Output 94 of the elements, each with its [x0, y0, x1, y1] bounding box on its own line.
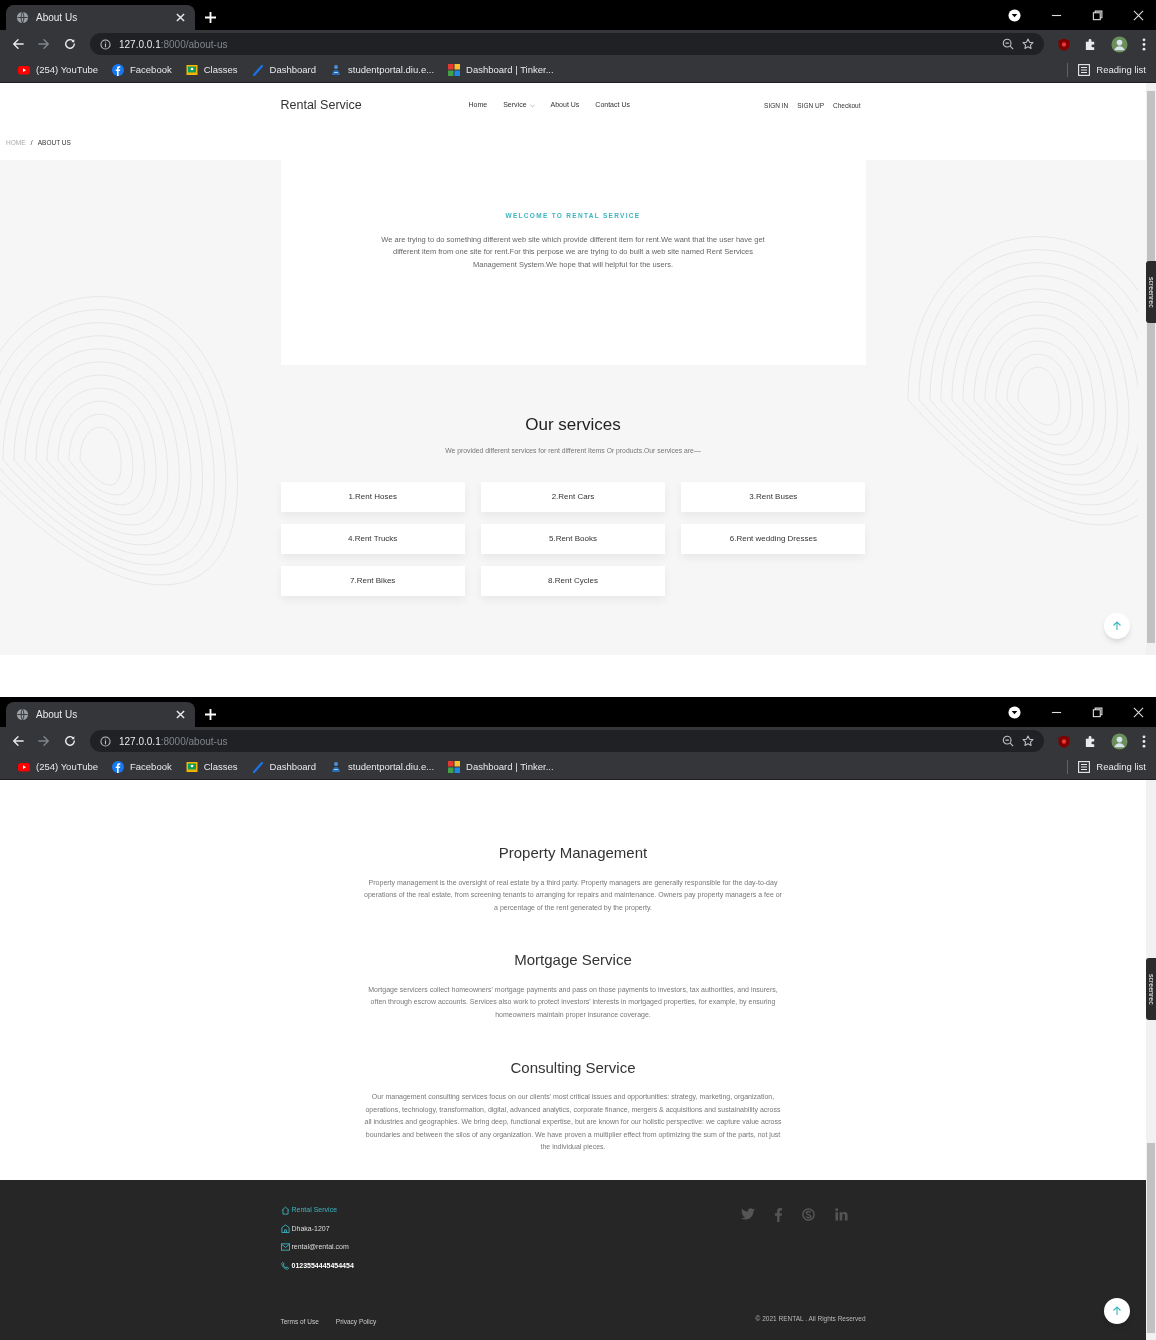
- address-bar[interactable]: 127.0.0.1:8000/about-us: [90, 730, 1044, 752]
- bookmark[interactable]: Classes: [185, 759, 238, 775]
- back-arrow-icon[interactable]: [12, 38, 24, 50]
- avatar-icon[interactable]: [1111, 35, 1128, 53]
- new-tab-icon[interactable]: [205, 12, 216, 23]
- forward-arrow-icon[interactable]: [38, 735, 50, 747]
- service-card[interactable]: 1.Rent Hoses: [280, 481, 465, 512]
- bookmark[interactable]: (254) YouTube: [18, 62, 98, 78]
- star-icon[interactable]: [1022, 38, 1034, 50]
- reload-icon[interactable]: [64, 38, 76, 50]
- forward-arrow-icon[interactable]: [38, 38, 50, 50]
- globe-icon: [16, 11, 29, 24]
- arrow-up-icon: [1112, 1306, 1122, 1316]
- restore-icon[interactable]: [1092, 706, 1103, 718]
- scrollbar[interactable]: [1146, 780, 1156, 1340]
- scroll-to-top-button[interactable]: [1104, 1298, 1130, 1324]
- facebook-icon: [112, 64, 124, 76]
- service-card[interactable]: 5.Rent Books: [480, 523, 666, 554]
- section-title: Mortgage Service: [514, 950, 632, 971]
- url-text: 127.0.0.1:8000/about-us: [119, 37, 229, 52]
- scrollbar-thumb[interactable]: [1147, 91, 1155, 643]
- restore-icon[interactable]: [1092, 9, 1103, 21]
- bookmark[interactable]: Dashboard: [251, 759, 316, 775]
- grid-icon: [448, 761, 461, 773]
- section-title: Property Management: [498, 843, 648, 863]
- slash-icon: [251, 64, 264, 76]
- classroom-icon: [185, 761, 198, 773]
- student-icon: [330, 64, 342, 76]
- bookmark[interactable]: (254) YouTube: [18, 759, 98, 775]
- star-icon[interactable]: [1022, 735, 1034, 747]
- info-icon: [100, 735, 111, 747]
- close-window-icon[interactable]: [1133, 706, 1144, 718]
- tab-title: About Us: [36, 708, 79, 722]
- service-card[interactable]: 6.Rent wedding Dresses: [681, 523, 866, 554]
- zoom-out-icon[interactable]: [1002, 735, 1014, 747]
- globe-icon: [16, 708, 29, 721]
- url-text: 127.0.0.1:8000/about-us: [119, 734, 229, 749]
- service-card[interactable]: 3.Rent Buses: [681, 481, 866, 512]
- puzzle-icon[interactable]: [1084, 37, 1097, 51]
- building-icon: [280, 1224, 290, 1234]
- classroom-icon: [185, 64, 198, 76]
- service-card[interactable]: 7.Rent Bikes: [280, 565, 465, 596]
- play-icon: [18, 761, 30, 773]
- student-icon: [330, 761, 342, 773]
- puzzle-icon[interactable]: [1084, 734, 1097, 748]
- bookmark[interactable]: Facebook: [112, 759, 172, 775]
- service-card[interactable]: 4.Rent Trucks: [280, 523, 465, 554]
- new-tab-icon[interactable]: [205, 709, 216, 720]
- service-card[interactable]: 2.Rent Cars: [480, 481, 666, 512]
- scrollbar-thumb[interactable]: [1147, 1143, 1155, 1333]
- mail-icon: [280, 1243, 290, 1252]
- zoom-out-icon[interactable]: [1002, 38, 1014, 50]
- list-icon: [1078, 64, 1091, 76]
- facebook-icon: [112, 761, 124, 773]
- reading-list-button[interactable]: Reading list: [1067, 759, 1146, 775]
- services-title: Our services: [525, 414, 621, 436]
- browser-tab[interactable]: About Us: [6, 5, 195, 30]
- avatar-icon[interactable]: [1111, 732, 1128, 750]
- reload-icon[interactable]: [64, 735, 76, 747]
- more-menu-icon[interactable]: [1142, 734, 1146, 748]
- reading-list-button[interactable]: Reading list: [1067, 62, 1146, 78]
- bookmark[interactable]: Facebook: [112, 62, 172, 78]
- close-icon[interactable]: [176, 710, 185, 719]
- slash-icon: [251, 761, 264, 773]
- address-bar[interactable]: 127.0.0.1:8000/about-us: [90, 33, 1044, 55]
- tab-title: About Us: [36, 11, 79, 25]
- breadcrumb-separator: /: [30, 136, 33, 149]
- shield-icon[interactable]: [1058, 734, 1070, 748]
- browser-tab[interactable]: About Us: [6, 702, 195, 727]
- home-icon: [280, 1205, 290, 1215]
- play-icon: [18, 64, 30, 76]
- info-icon: [100, 38, 111, 50]
- bookmark[interactable]: Dashboard | Tinker...: [448, 759, 554, 775]
- site-brand[interactable]: Rental Service: [280, 96, 461, 115]
- grid-icon: [448, 64, 461, 76]
- bookmark[interactable]: studentportal.diu.e...: [330, 62, 435, 78]
- scrollbar[interactable]: [1146, 83, 1156, 655]
- chevron-down-icon: [529, 103, 535, 108]
- close-window-icon[interactable]: [1133, 9, 1144, 21]
- arrow-up-icon: [1112, 621, 1122, 631]
- shield-icon[interactable]: [1058, 37, 1070, 51]
- dropdown-circle-icon[interactable]: [1008, 705, 1021, 719]
- more-menu-icon[interactable]: [1142, 37, 1146, 51]
- bookmark[interactable]: studentportal.diu.e...: [330, 759, 435, 775]
- section-title: Consulting Service: [510, 1057, 636, 1078]
- bookmark[interactable]: Dashboard: [251, 62, 316, 78]
- bookmark[interactable]: Classes: [185, 62, 238, 78]
- service-card[interactable]: 8.Rent Cycles: [480, 565, 666, 596]
- list-icon: [1078, 761, 1091, 773]
- phone-icon: [280, 1261, 290, 1271]
- back-arrow-icon[interactable]: [12, 735, 24, 747]
- bookmark[interactable]: Dashboard | Tinker...: [448, 62, 554, 78]
- close-icon[interactable]: [176, 13, 185, 22]
- dropdown-circle-icon[interactable]: [1008, 8, 1021, 22]
